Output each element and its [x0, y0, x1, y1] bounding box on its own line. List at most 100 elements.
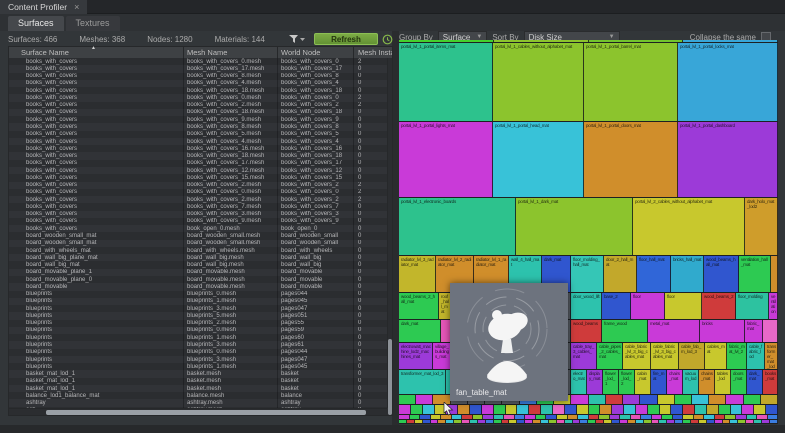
table-row[interactable]: blueprintsblueprints_0.meshpages0440	[9, 349, 387, 356]
treemap-block[interactable]: wood_beams_2	[702, 293, 736, 319]
treemap-block[interactable]: flower_lod_2	[619, 370, 635, 394]
treemap-block[interactable]	[525, 415, 536, 419]
treemap-block[interactable]: portal_lvl_1_portal_locks_mat	[678, 43, 778, 121]
treemap-block[interactable]: portal_lvl_1_electronic_boards	[399, 198, 516, 255]
table-row[interactable]: books_with_coversbooks_with_covers_5.mes…	[9, 131, 387, 138]
treemap-block[interactable]	[423, 405, 435, 414]
treemap-block[interactable]	[589, 415, 600, 419]
table-row[interactable]: books_with_coversbooks_with_covers_4.mes…	[9, 80, 387, 87]
treemap-block[interactable]: tables_lod	[715, 370, 731, 394]
treemap-block[interactable]	[399, 405, 411, 414]
treemap-block[interactable]	[662, 415, 673, 419]
table-row[interactable]: books_with_coversbooks_with_covers_8.mes…	[9, 73, 387, 80]
table-row[interactable]: basket_mat_lod_1basket.meshbasket0	[9, 370, 387, 377]
treemap-block[interactable]: bricks_hall_mat	[671, 256, 704, 292]
treemap-block[interactable]	[707, 420, 715, 423]
treemap-block[interactable]: cable_fabric_lod	[747, 343, 765, 369]
treemap-block[interactable]: floor_hall_mat	[637, 256, 671, 292]
treemap-block[interactable]	[671, 405, 683, 414]
table-row[interactable]: books_with_coversbooks_with_covers_15.me…	[9, 174, 387, 181]
column-header-mesh-name[interactable]: Mesh Name	[184, 47, 278, 58]
treemap-block[interactable]: ventilation	[769, 293, 778, 319]
table-row[interactable]: books_with_coversbooks_with_covers_18.me…	[9, 152, 387, 159]
table-row[interactable]: books_with_coversbooks_with_covers_12.me…	[9, 167, 387, 174]
treemap-block[interactable]	[541, 420, 549, 423]
table-row[interactable]: books_with_coversbooks_with_covers_2.mes…	[9, 196, 387, 203]
table-row[interactable]: board_with_wheels_matboard_with_wheels.m…	[9, 247, 387, 254]
treemap-block[interactable]	[458, 405, 470, 414]
treemap-block[interactable]: portal_lvl_1_portal_items_mat	[399, 43, 493, 121]
treemap-block[interactable]: cable_fab_m_lod_3	[679, 343, 705, 369]
table-row[interactable]: blueprintsblueprints_0.meshpages0440	[9, 291, 387, 298]
treemap-block[interactable]	[675, 395, 692, 404]
treemap-block[interactable]	[636, 420, 644, 423]
treemap-block[interactable]	[742, 405, 754, 414]
treemap-block[interactable]	[571, 395, 588, 404]
treemap-block[interactable]: dark_mat	[747, 370, 763, 394]
treemap-block[interactable]	[416, 395, 433, 404]
treemap-block[interactable]	[683, 40, 778, 42]
treemap-block[interactable]	[604, 420, 612, 423]
treemap-block[interactable]: floor	[631, 293, 665, 319]
treemap-block[interactable]	[431, 415, 442, 419]
treemap-block[interactable]	[623, 395, 640, 404]
treemap-block[interactable]: door_wood_lift	[571, 293, 602, 319]
treemap-block[interactable]	[620, 420, 628, 423]
table-row[interactable]: books_with_coversbooks_with_covers_0.mes…	[9, 94, 387, 101]
treemap-block[interactable]	[525, 420, 533, 423]
treemap-block[interactable]	[399, 40, 494, 42]
treemap-block[interactable]	[483, 415, 494, 419]
treemap-block[interactable]	[726, 395, 743, 404]
treemap-block[interactable]	[612, 405, 624, 414]
horizontal-scrollbar[interactable]	[9, 408, 387, 415]
table-row[interactable]: books_with_coversbooks_with_covers_0.mes…	[9, 58, 387, 65]
table-row[interactable]: board_wooden_small_matboard_wooden_small…	[9, 240, 387, 247]
treemap-block[interactable]	[754, 405, 766, 414]
treemap-block[interactable]	[588, 420, 596, 423]
treemap-block[interactable]	[612, 420, 620, 423]
close-icon[interactable]: ×	[74, 3, 79, 12]
table-row[interactable]: blueprintsblueprints_3.meshpages610	[9, 341, 387, 348]
treemap-block[interactable]: dark_holo_mat_lod2	[745, 198, 778, 255]
table-row[interactable]: blueprintsblueprints_3.meshpages0470	[9, 356, 387, 363]
treemap-block[interactable]: fabric_mat	[745, 320, 763, 342]
treemap-block[interactable]	[399, 395, 416, 404]
treemap-block[interactable]	[589, 395, 606, 404]
treemap-block[interactable]: floor	[665, 293, 702, 319]
treemap-block[interactable]	[411, 405, 423, 414]
treemap-block[interactable]: cable_tray_3_cables_mat	[571, 343, 597, 369]
treemap-block[interactable]	[486, 420, 494, 423]
treemap-block[interactable]	[736, 415, 747, 419]
treemap-block[interactable]: radiator_lvl_3_radiator_mat	[399, 256, 436, 292]
treemap-block[interactable]	[557, 415, 568, 419]
treemap-block[interactable]: door_2_hall_mat	[604, 256, 637, 292]
treemap-block[interactable]	[606, 395, 623, 404]
treemap-block[interactable]	[636, 405, 648, 414]
treemap-block[interactable]	[624, 405, 636, 414]
treemap-block[interactable]: base_2	[602, 293, 631, 319]
treemap-block[interactable]	[580, 420, 588, 423]
treemap-block[interactable]	[652, 420, 660, 423]
horizontal-scrollbar-thumb[interactable]	[46, 410, 366, 415]
treemap-block[interactable]: fire_mat	[651, 370, 667, 394]
treemap-block[interactable]	[644, 420, 652, 423]
treemap-block[interactable]: dark_mat	[399, 320, 441, 342]
treemap-block[interactable]	[546, 415, 557, 419]
treemap-block[interactable]	[673, 415, 684, 419]
treemap-block[interactable]	[565, 405, 577, 414]
treemap-block[interactable]	[399, 415, 410, 419]
treemap-block[interactable]: wood_beams_2_hall_mat	[399, 293, 439, 319]
treemap-block[interactable]	[494, 415, 505, 419]
treemap-block[interactable]	[757, 415, 768, 419]
table-row[interactable]: books_with_coversbooks_with_covers_9.mes…	[9, 116, 387, 123]
treemap-block[interactable]	[494, 405, 506, 414]
treemap-block[interactable]	[462, 415, 473, 419]
table-row[interactable]: books_with_coversbooks_with_covers_8.mes…	[9, 123, 387, 130]
treemap-block[interactable]	[744, 395, 761, 404]
treemap-block[interactable]	[704, 415, 715, 419]
treemap-block[interactable]	[699, 420, 707, 423]
treemap-block[interactable]: portal_lvl_1_portal_head_mat	[493, 122, 584, 197]
treemap-block[interactable]	[694, 415, 705, 419]
treemap-block[interactable]	[683, 405, 695, 414]
treemap-block[interactable]	[494, 40, 589, 42]
